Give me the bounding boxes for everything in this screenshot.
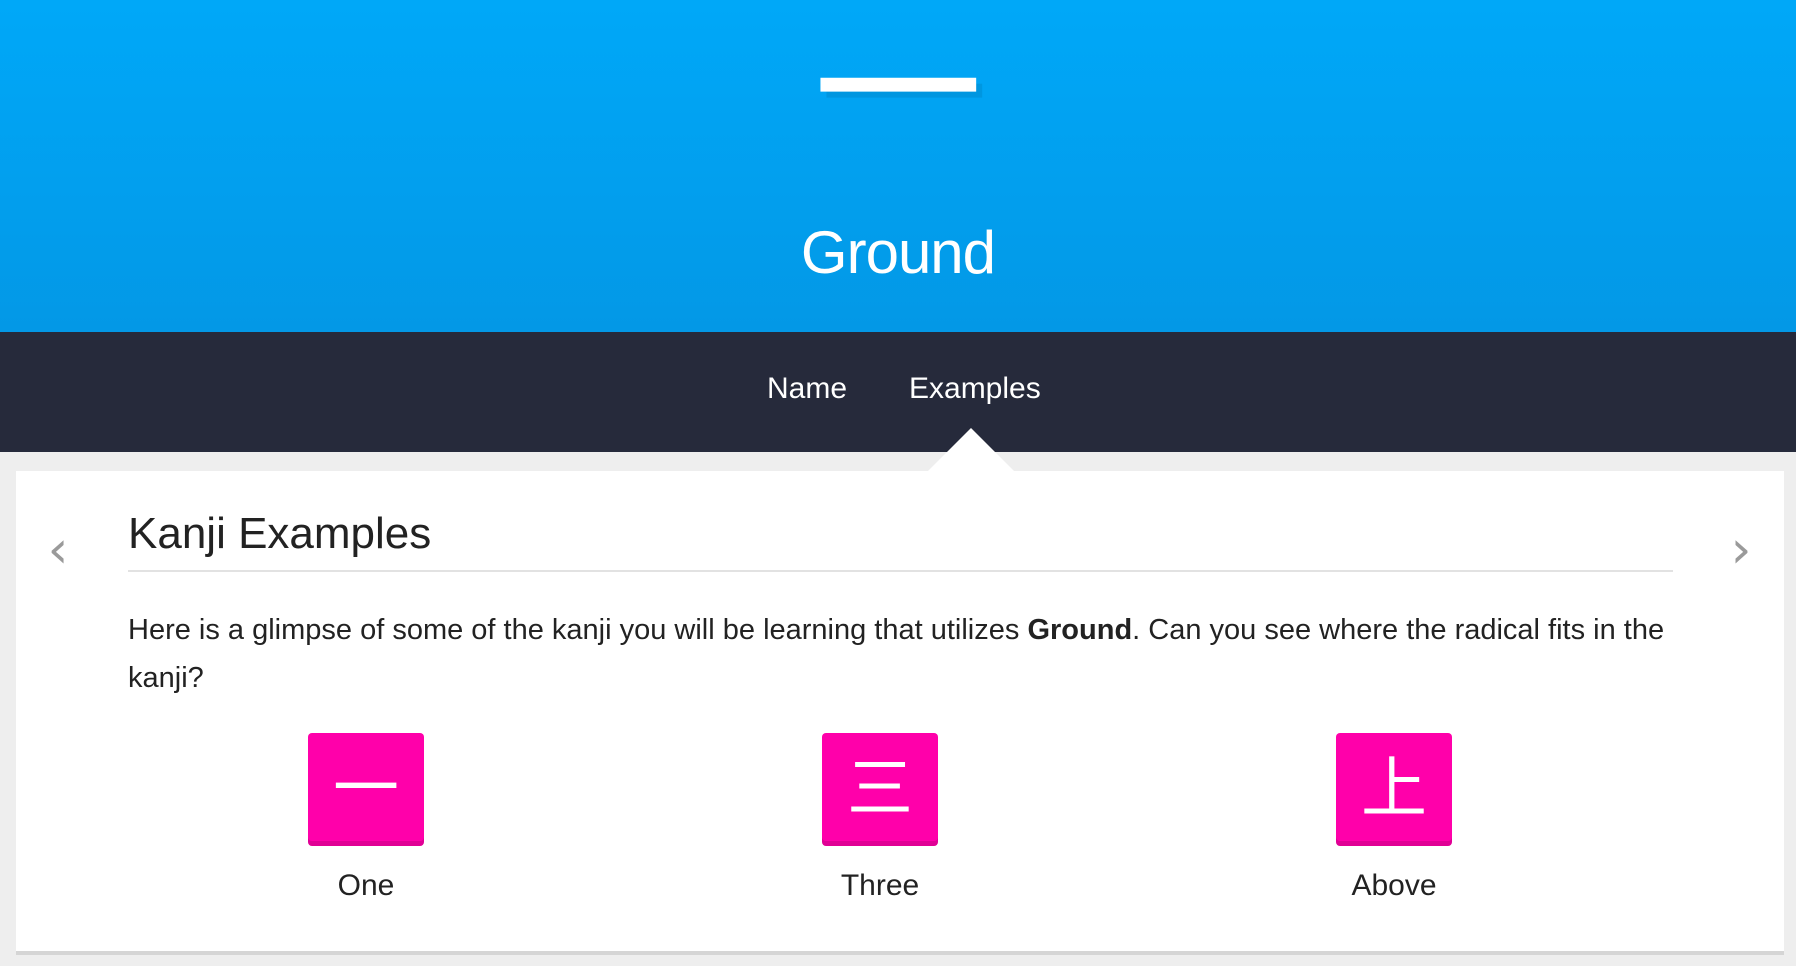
kanji-tile-one[interactable]: 一 — [308, 733, 424, 846]
description-text-before: Here is a glimpse of some of the kanji y… — [128, 614, 1028, 646]
tab-examples[interactable]: Examples — [909, 364, 1041, 414]
kanji-tile-above[interactable]: 上 — [1336, 733, 1452, 846]
section-title: Kanji Examples — [128, 506, 1673, 572]
radical-header: 一 Ground — [0, 0, 1796, 332]
section-nav: Name Examples — [0, 332, 1796, 452]
kanji-tile-three[interactable]: 三 — [822, 733, 938, 846]
kanji-meaning-above: Above — [1351, 869, 1437, 902]
radical-name: Ground — [800, 219, 996, 286]
kanji-item-one: 一 One — [236, 733, 496, 906]
previous-chevron-icon[interactable]: ‹ — [33, 524, 83, 576]
kanji-meaning-three: Three — [840, 869, 920, 902]
kanji-item-above: 上 Above — [1264, 733, 1524, 906]
tab-name[interactable]: Name — [767, 364, 847, 414]
radical-character: 一 — [812, 0, 983, 192]
next-chevron-icon[interactable]: › — [1716, 524, 1766, 576]
section-description: Here is a glimpse of some of the kanji y… — [128, 606, 1678, 702]
active-tab-pointer — [928, 428, 1014, 471]
kanji-meaning-one: One — [337, 869, 395, 902]
kanji-item-three: 三 Three — [750, 733, 1010, 906]
description-radical-name: Ground — [1027, 614, 1133, 646]
